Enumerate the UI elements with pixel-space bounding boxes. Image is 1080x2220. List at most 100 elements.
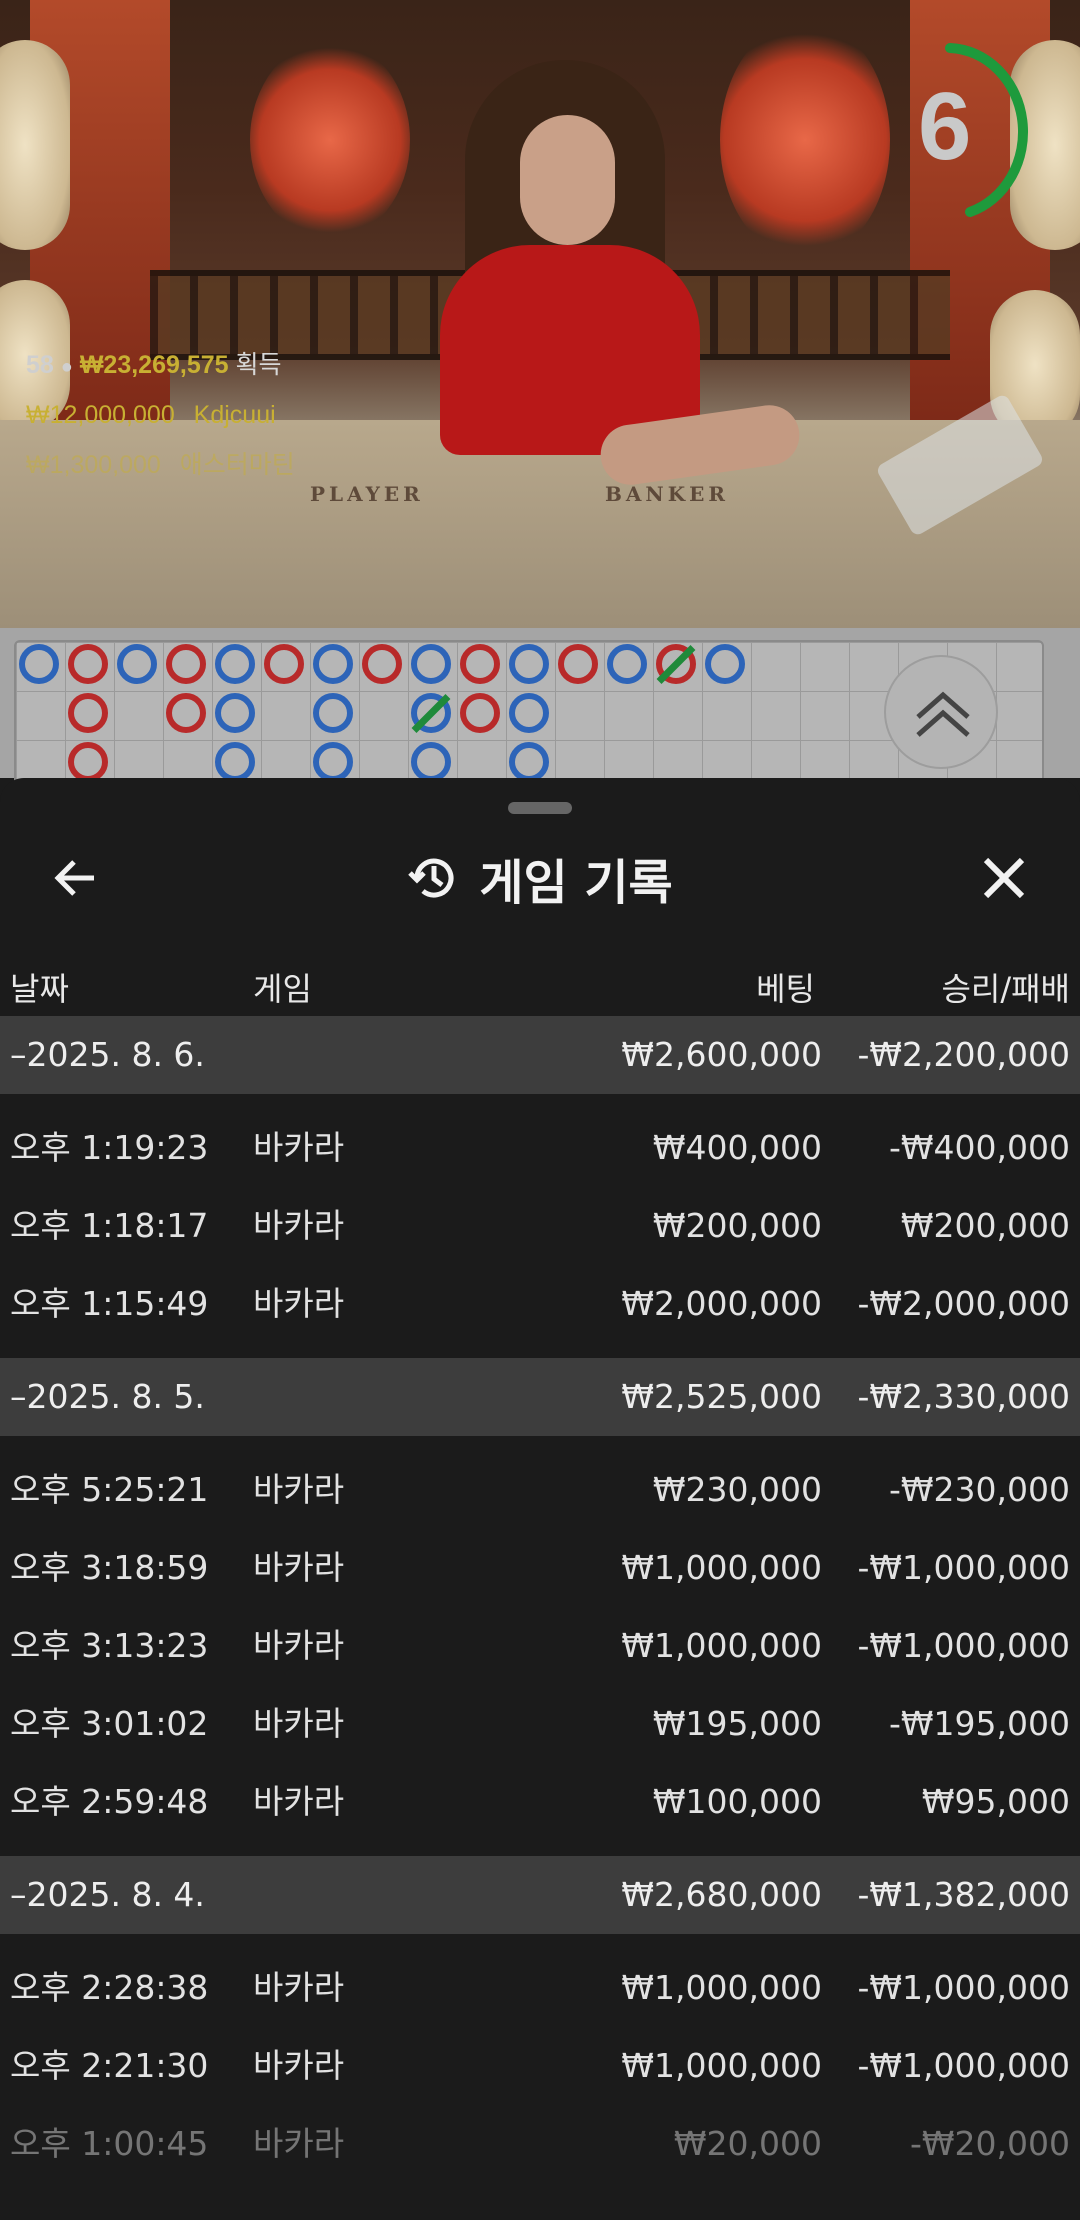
group-bet-total: ₩2,600,000 — [621, 1035, 822, 1074]
banker-bead — [68, 644, 108, 684]
game-history-sheet: 게임 기록 날짜 게임 베팅 승리/패배 –2025. 8. 6. ₩2,600,… — [0, 778, 1080, 2220]
row-bet: ₩20,000 — [673, 2124, 822, 2163]
row-result: -₩2,000,000 — [857, 1284, 1071, 1323]
row-result: -₩195,000 — [888, 1704, 1070, 1743]
row-time: 오후 2:21:30 — [10, 2046, 209, 2085]
banker-bead — [460, 693, 500, 733]
group-date: –2025. 8. 4. — [10, 1875, 205, 1914]
row-time: 오후 1:18:17 — [10, 1206, 209, 1245]
winner-count: 58 — [26, 351, 54, 379]
winner-amount: ₩12,000,000 — [26, 401, 175, 429]
dealer-face — [520, 115, 615, 245]
date-group-header[interactable]: –2025. 8. 6. ₩2,600,000 -₩2,200,000 — [0, 1016, 1080, 1094]
column-date: 날짜 — [10, 970, 69, 1008]
row-bet: ₩195,000 — [652, 1704, 822, 1743]
row-bet: ₩100,000 — [652, 1782, 822, 1821]
row-game: 바카라 — [253, 2046, 345, 2085]
group-bet-total: ₩2,525,000 — [621, 1377, 822, 1416]
history-row[interactable]: 오후 2:21:30 바카라 ₩1,000,000 -₩1,000,000 — [0, 2027, 1080, 2105]
player-bead — [19, 644, 59, 684]
row-game: 바카라 — [253, 1284, 345, 1323]
banker-bead — [264, 644, 304, 684]
player-bead — [313, 644, 353, 684]
history-row[interactable]: 오후 3:13:23 바카라 ₩1,000,000 -₩1,000,000 — [0, 1607, 1080, 1685]
row-result: ₩95,000 — [921, 1782, 1070, 1821]
row-game: 바카라 — [253, 1206, 345, 1245]
history-column-headers: 날짜 게임 베팅 승리/패배 — [0, 952, 1080, 1022]
winners-list: 58 ● ₩23,269,575 획득 ₩12,000,000 Kdjcuui … — [26, 345, 295, 495]
date-group-header[interactable]: –2025. 8. 5. ₩2,525,000 -₩2,330,000 — [0, 1358, 1080, 1436]
history-row[interactable]: 오후 1:15:49 바카라 ₩2,000,000 -₩2,000,000 — [0, 1265, 1080, 1343]
history-icon — [408, 858, 454, 898]
history-row[interactable]: 오후 5:25:21 바카라 ₩230,000 -₩230,000 — [0, 1451, 1080, 1529]
row-result: -₩1,000,000 — [857, 1968, 1071, 2007]
row-bet: ₩200,000 — [652, 1206, 822, 1245]
player-bead — [313, 693, 353, 733]
row-game: 바카라 — [253, 1968, 345, 2007]
blossom-decoration — [720, 20, 890, 260]
row-bet: ₩400,000 — [652, 1128, 822, 1167]
column-result: 승리/패배 — [941, 970, 1070, 1008]
row-game: 바카라 — [253, 1782, 345, 1821]
row-time: 오후 1:19:23 — [10, 1128, 209, 1167]
row-time: 오후 5:25:21 — [10, 1470, 209, 1509]
player-bead — [607, 644, 647, 684]
winner-total-label: 획득 — [235, 351, 282, 379]
row-bet: ₩1,000,000 — [621, 1548, 822, 1587]
player-bead — [215, 742, 255, 782]
group-result-total: -₩2,200,000 — [857, 1035, 1071, 1074]
row-game: 바카라 — [253, 1470, 345, 1509]
history-list[interactable]: –2025. 8. 6. ₩2,600,000 -₩2,200,000 오후 1:19… — [0, 1016, 1080, 2198]
history-row[interactable]: 오후 3:01:02 바카라 ₩195,000 -₩195,000 — [0, 1685, 1080, 1763]
banker-bead — [362, 644, 402, 684]
countdown-timer-value: 6 — [918, 73, 972, 180]
group-date: –2025. 8. 6. — [10, 1035, 205, 1074]
player-bead — [117, 644, 157, 684]
row-bet: ₩2,000,000 — [621, 1284, 822, 1323]
row-game: 바카라 — [253, 1128, 345, 1167]
row-result: -₩20,000 — [909, 2124, 1070, 2163]
column-bet: 베팅 — [756, 970, 815, 1008]
row-game: 바카라 — [253, 1548, 345, 1587]
player-bead — [509, 644, 549, 684]
winners-summary: 58 ● ₩23,269,575 획득 — [26, 345, 295, 395]
row-time: 오후 3:18:59 — [10, 1548, 209, 1587]
winner-name: Kdjcuui — [193, 401, 276, 429]
banker-bead — [166, 693, 206, 733]
row-game: 바카라 — [253, 2124, 345, 2163]
history-row[interactable]: 오후 1:18:17 바카라 ₩200,000 ₩200,000 — [0, 1187, 1080, 1265]
history-row[interactable]: 오후 2:28:38 바카라 ₩1,000,000 -₩1,000,000 — [0, 1949, 1080, 2027]
player-bead — [313, 742, 353, 782]
sheet-title: 게임 기록 — [479, 855, 673, 911]
sheet-drag-handle[interactable] — [508, 802, 572, 814]
history-row[interactable]: 오후 2:59:48 바카라 ₩100,000 ₩95,000 — [0, 1763, 1080, 1841]
close-button[interactable] — [964, 838, 1044, 918]
banker-label: BANKER — [605, 482, 729, 506]
date-group-header[interactable]: –2025. 8. 4. ₩2,680,000 -₩1,382,000 — [0, 1856, 1080, 1934]
history-row[interactable]: 오후 3:18:59 바카라 ₩1,000,000 -₩1,000,000 — [0, 1529, 1080, 1607]
banker-bead — [68, 693, 108, 733]
banker-bead — [68, 742, 108, 782]
banker-bead — [460, 644, 500, 684]
player-bead — [509, 742, 549, 782]
expand-roadmap-button[interactable] — [884, 655, 998, 769]
double-chevron-up-icon — [916, 691, 970, 737]
row-time: 오후 2:28:38 — [10, 1968, 209, 2007]
banker-bead — [558, 644, 598, 684]
close-icon — [983, 857, 1025, 899]
winner-entry: ₩1,300,000 애스터마틴 — [26, 445, 295, 495]
row-bet: ₩230,000 — [652, 1470, 822, 1509]
player-bead — [705, 644, 745, 684]
row-time: 오후 3:13:23 — [10, 1626, 209, 1665]
row-game: 바카라 — [253, 1626, 345, 1665]
row-game: 바카라 — [253, 1704, 345, 1743]
row-result: -₩230,000 — [888, 1470, 1070, 1509]
winner-name: 애스터마틴 — [179, 451, 295, 479]
history-row[interactable]: 오후 1:19:23 바카라 ₩400,000 -₩400,000 — [0, 1109, 1080, 1187]
row-bet: ₩1,000,000 — [621, 2046, 822, 2085]
row-result: -₩400,000 — [888, 1128, 1070, 1167]
history-row[interactable]: 오후 1:00:45 바카라 ₩20,000 -₩20,000 — [0, 2105, 1080, 2183]
player-bead — [411, 644, 451, 684]
player-bead — [215, 693, 255, 733]
row-result: -₩1,000,000 — [857, 1548, 1071, 1587]
